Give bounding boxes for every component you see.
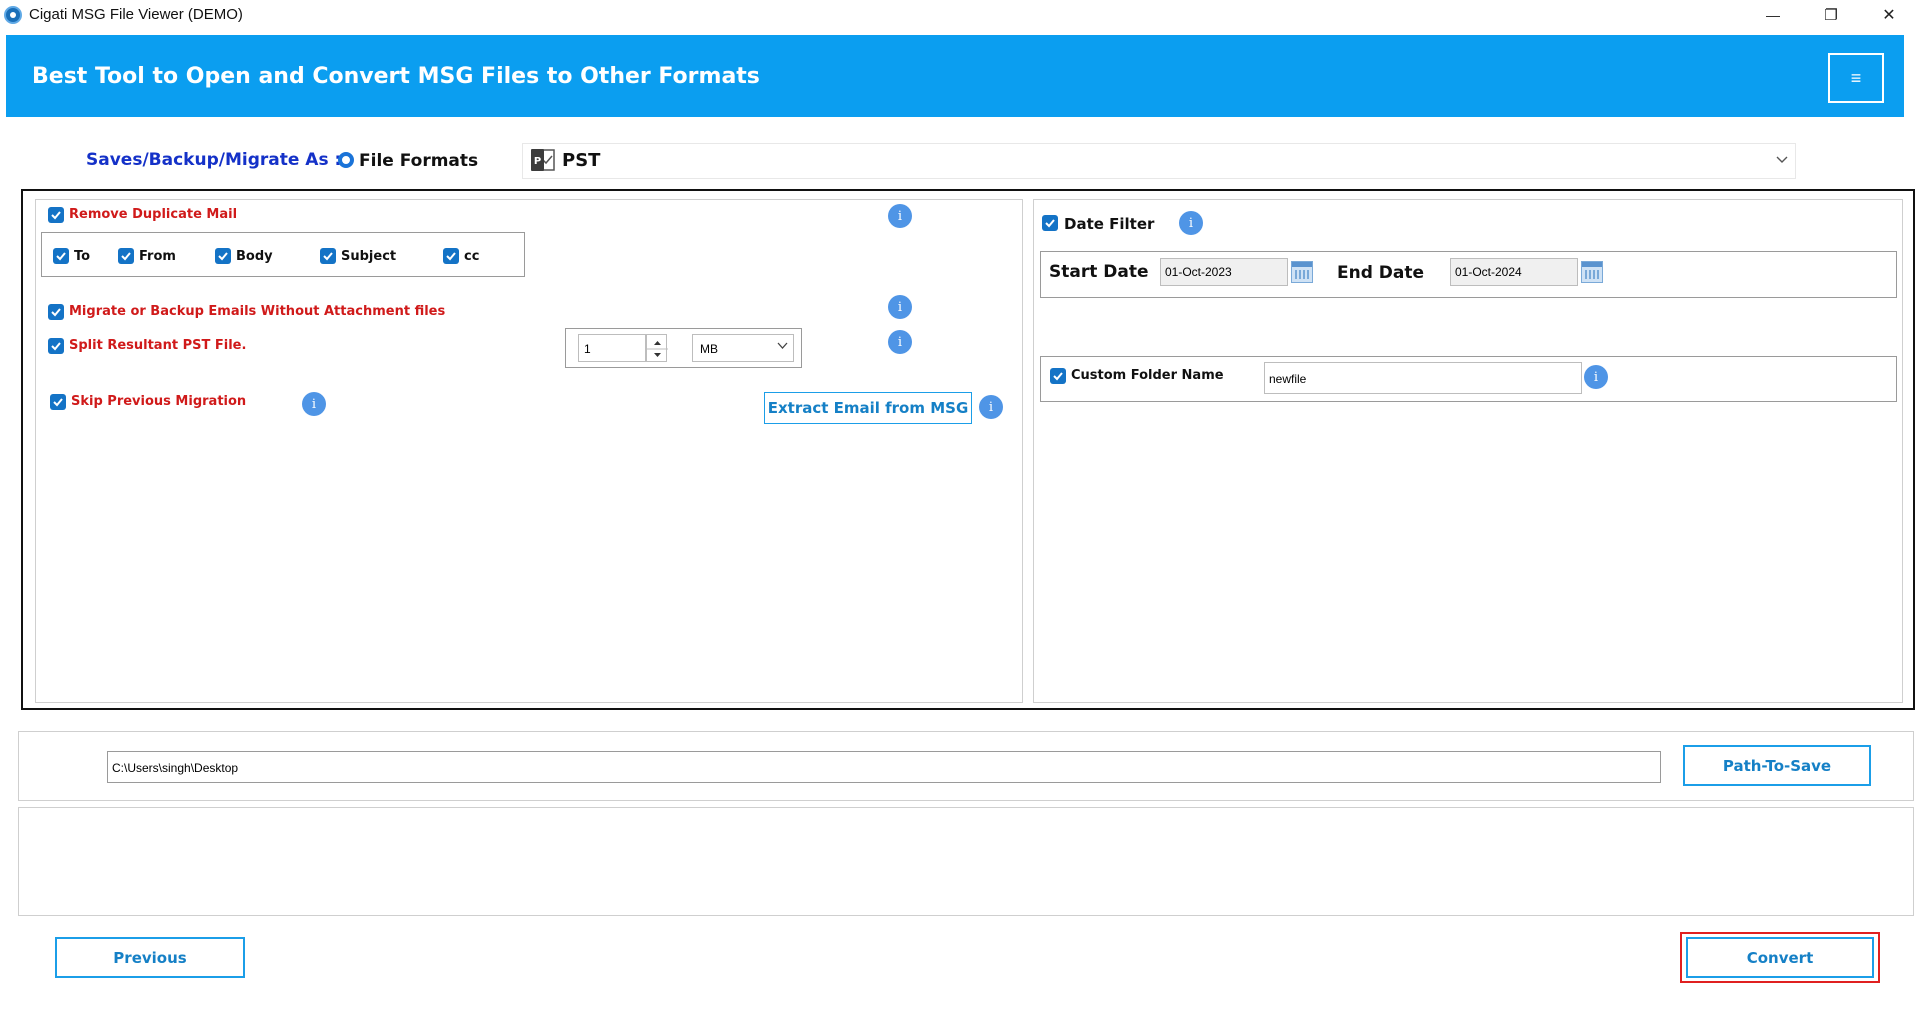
- header-title: Best Tool to Open and Convert MSG Files …: [32, 64, 760, 89]
- end-date-input[interactable]: 01-Oct-2024: [1450, 258, 1578, 286]
- date-filter-checkbox[interactable]: [1042, 215, 1058, 231]
- field-from-label: From: [139, 249, 176, 264]
- without-attachment-label: Migrate or Backup Emails Without Attachm…: [69, 304, 446, 319]
- start-date-label: Start Date: [1049, 262, 1149, 282]
- convert-button[interactable]: Convert: [1686, 937, 1874, 978]
- minimize-icon: —: [1766, 7, 1780, 23]
- extract-email-button[interactable]: Extract Email from MSG: [764, 392, 972, 424]
- split-pst-checkbox[interactable]: [48, 338, 64, 354]
- field-from-checkbox[interactable]: [118, 248, 134, 264]
- split-size-input[interactable]: 1: [578, 334, 646, 362]
- end-date-label: End Date: [1337, 263, 1425, 283]
- saves-as-label: Saves/Backup/Migrate As :: [86, 150, 342, 170]
- format-selected-value: PST: [562, 150, 601, 171]
- log-area: [18, 807, 1914, 916]
- remove-duplicate-checkbox[interactable]: [48, 207, 64, 223]
- calendar-icon[interactable]: [1291, 261, 1313, 283]
- date-filter-label: Date Filter: [1064, 215, 1155, 233]
- info-icon[interactable]: i: [1584, 365, 1608, 389]
- field-body-label: Body: [236, 249, 273, 264]
- close-button[interactable]: ✕: [1860, 0, 1918, 30]
- info-icon[interactable]: i: [979, 395, 1003, 419]
- save-path-input[interactable]: C:\Users\singh\Desktop: [107, 751, 1661, 783]
- info-icon[interactable]: i: [888, 295, 912, 319]
- close-icon: ✕: [1882, 7, 1896, 24]
- field-subject-checkbox[interactable]: [320, 248, 336, 264]
- info-icon[interactable]: i: [302, 392, 326, 416]
- skip-previous-label: Skip Previous Migration: [71, 394, 247, 409]
- menu-button[interactable]: ≡: [1828, 53, 1884, 103]
- chevron-down-icon[interactable]: [1776, 152, 1788, 168]
- field-subject-label: Subject: [341, 249, 397, 264]
- chevron-down-icon: [777, 341, 788, 353]
- field-to-checkbox[interactable]: [53, 248, 69, 264]
- custom-folder-checkbox[interactable]: [1050, 368, 1066, 384]
- info-icon[interactable]: i: [888, 330, 912, 354]
- path-to-save-button[interactable]: Path-To-Save: [1683, 745, 1871, 786]
- restore-button[interactable]: ❐: [1802, 0, 1860, 30]
- minimize-button[interactable]: —: [1744, 0, 1802, 30]
- skip-previous-checkbox[interactable]: [50, 394, 66, 410]
- info-icon[interactable]: i: [888, 204, 912, 228]
- window-title: Cigati MSG File Viewer (DEMO): [29, 6, 243, 23]
- field-to-label: To: [74, 249, 91, 264]
- without-attachment-checkbox[interactable]: [48, 304, 64, 320]
- file-formats-label: File Formats: [359, 151, 479, 171]
- restore-icon: ❐: [1824, 7, 1838, 24]
- split-size-stepper[interactable]: [646, 334, 668, 362]
- app-logo-icon: [4, 6, 22, 24]
- svg-text:P: P: [534, 156, 541, 167]
- calendar-icon[interactable]: [1581, 261, 1603, 283]
- field-cc-label: cc: [464, 249, 480, 264]
- file-formats-radio[interactable]: [338, 152, 354, 168]
- title-bar: [0, 0, 1918, 30]
- previous-button[interactable]: Previous: [55, 937, 245, 978]
- field-body-checkbox[interactable]: [215, 248, 231, 264]
- format-select[interactable]: [522, 143, 1796, 179]
- split-pst-label: Split Resultant PST File.: [69, 338, 247, 353]
- custom-folder-label: Custom Folder Name: [1071, 368, 1224, 383]
- start-date-input[interactable]: 01-Oct-2023: [1160, 258, 1288, 286]
- hamburger-icon: ≡: [1850, 67, 1862, 88]
- custom-folder-input[interactable]: newfile: [1264, 362, 1582, 394]
- pst-file-icon: P: [529, 146, 557, 174]
- info-icon[interactable]: i: [1179, 211, 1203, 235]
- remove-duplicate-label: Remove Duplicate Mail: [69, 207, 238, 222]
- field-cc-checkbox[interactable]: [443, 248, 459, 264]
